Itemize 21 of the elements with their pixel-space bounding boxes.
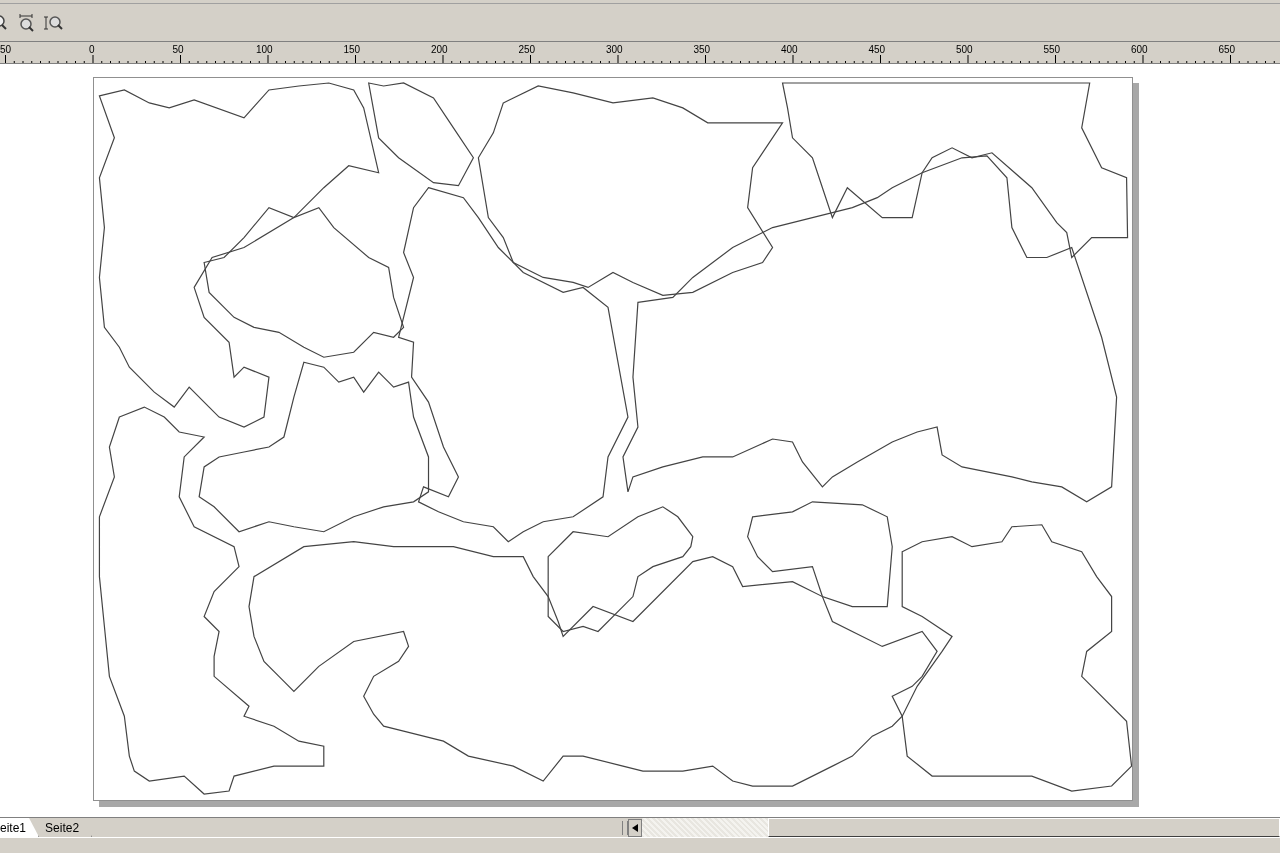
zoom-height-icon[interactable] xyxy=(44,13,64,32)
ruler-label: 350 xyxy=(693,44,711,56)
ruler-label: 550 xyxy=(1043,44,1061,56)
ruler-label: 150 xyxy=(343,44,361,56)
ruler-label: 400 xyxy=(781,44,798,56)
ruler-label: 450 xyxy=(868,44,886,56)
ruler-label: 50 xyxy=(0,44,12,56)
ruler-label: 0 xyxy=(89,44,95,56)
page-tab[interactable]: eite1 xyxy=(0,818,40,837)
left-triangle-icon xyxy=(632,823,639,832)
ruler-label: 200 xyxy=(431,44,448,56)
scroll-left-button[interactable] xyxy=(628,818,643,837)
scrollbar-thumb[interactable] xyxy=(768,818,1280,837)
ruler-label: 100 xyxy=(256,44,273,56)
ruler-label: 600 xyxy=(1131,44,1148,56)
ruler-label: 650 xyxy=(1218,44,1236,56)
ruler-label: 250 xyxy=(518,44,536,56)
ruler-label: 300 xyxy=(606,44,623,56)
zoom-width-icon[interactable] xyxy=(18,13,36,32)
ruler-label: 500 xyxy=(956,44,973,56)
ruler-label: 50 xyxy=(172,44,184,56)
